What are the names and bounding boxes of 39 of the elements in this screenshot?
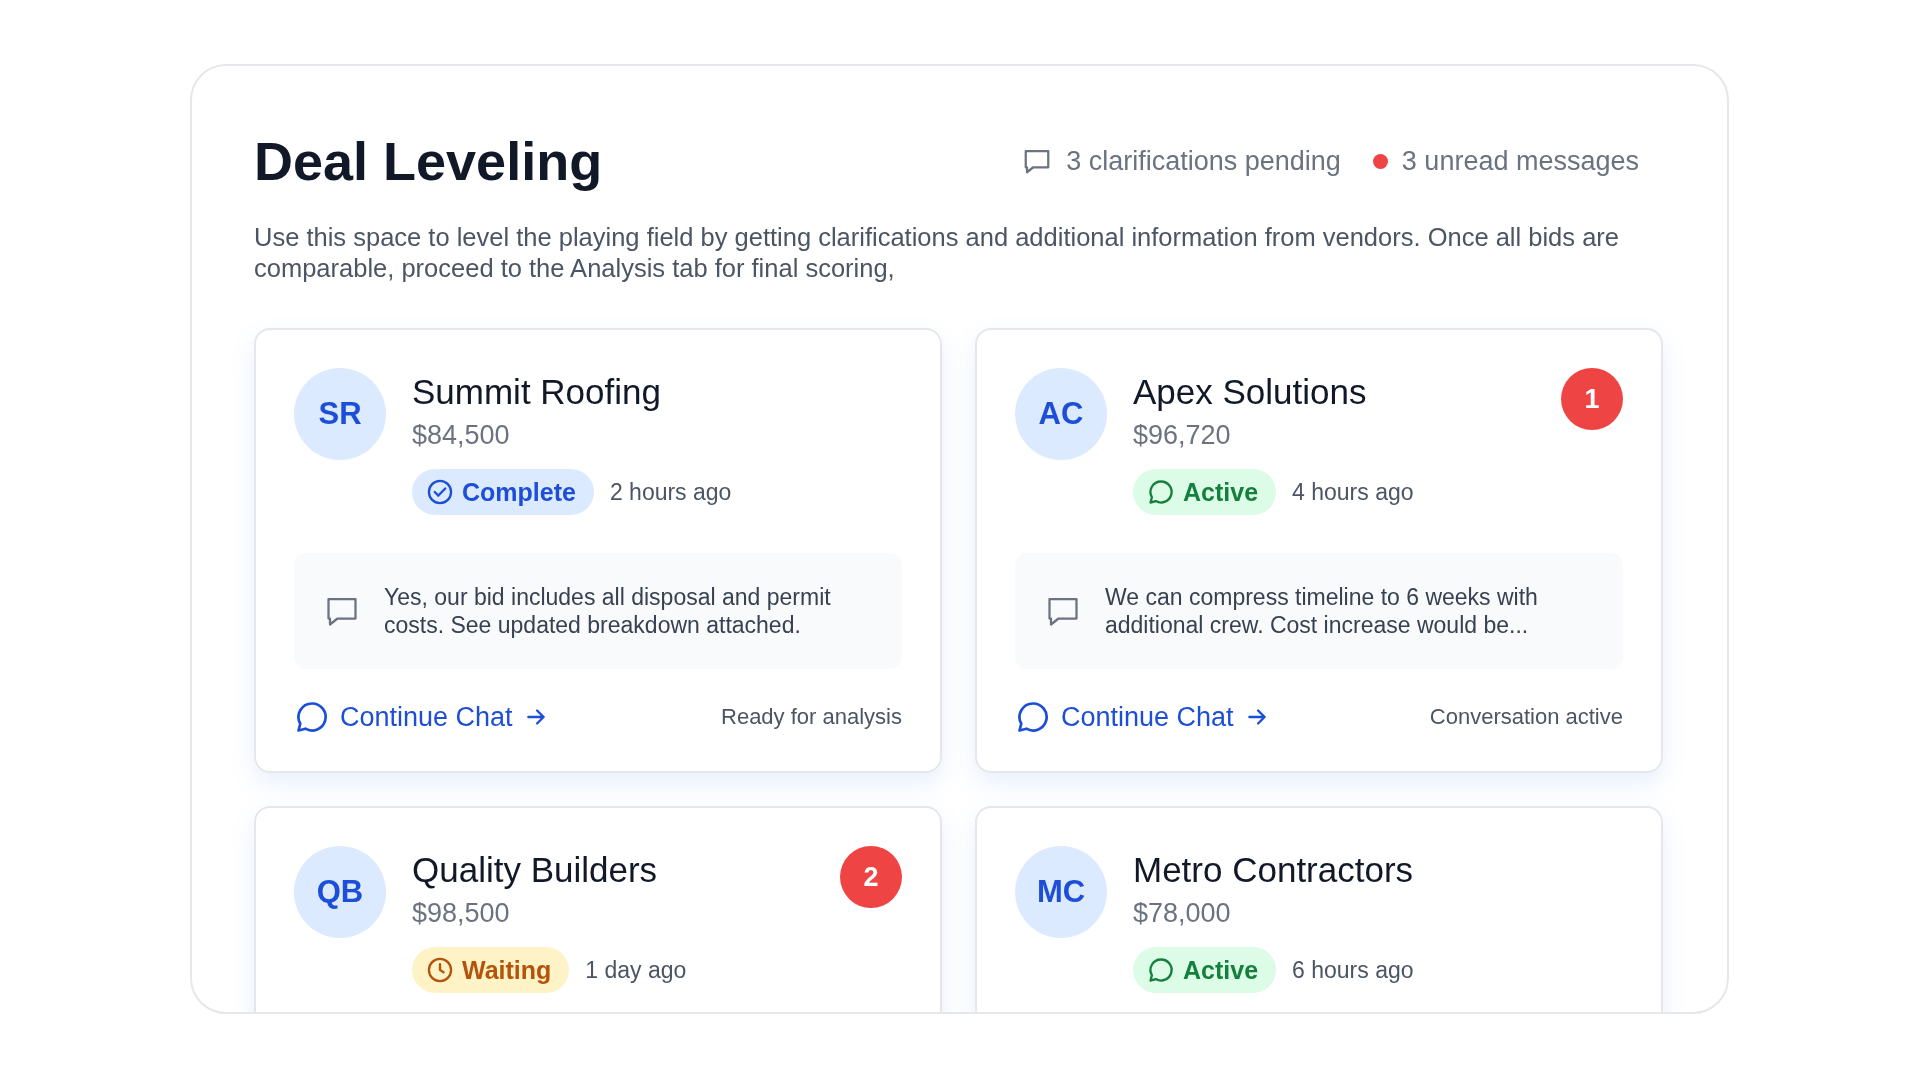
continue-chat-link[interactable]: Continue Chat — [294, 699, 549, 735]
chat-bubble-icon — [1015, 699, 1051, 735]
timestamp: 2 hours ago — [609, 478, 732, 506]
continue-chat-link[interactable]: Continue Chat — [1015, 699, 1270, 735]
avatar: MC — [1015, 846, 1107, 938]
vendor-name: Metro Contractors — [1133, 850, 1415, 890]
bid-amount: $84,500 — [412, 420, 511, 451]
status-badge: Waiting — [412, 947, 570, 993]
unread-badge: 2 — [840, 846, 902, 908]
vendor-name: Apex Solutions — [1133, 372, 1368, 412]
bid-amount: $78,000 — [1133, 898, 1232, 929]
avatar: AC — [1015, 368, 1107, 460]
unread-count: 3 unread messages — [1401, 145, 1639, 177]
message-text: Yes, our bid includes all disposal and permit costs. See updated breakdown attached. — [384, 583, 832, 639]
status-note: Ready for analysis — [721, 704, 902, 730]
timestamp: 4 hours ago — [1292, 478, 1414, 506]
avatar: QB — [294, 846, 386, 938]
page-title: Deal Leveling — [254, 130, 603, 192]
vendor-name: Quality Builders — [412, 850, 659, 890]
chat-bubble-icon — [1147, 478, 1175, 506]
status-badge: Active — [1133, 947, 1277, 993]
description: Use this space to level the playing field by getting clarifications and additional information from vendors. Once all bids are comparable, proceed to the Analysis tab for final scoring, — [254, 222, 1620, 284]
timestamp: 6 hours ago — [1292, 956, 1414, 984]
bid-amount: $98,500 — [412, 898, 511, 929]
status-badge: Complete — [412, 469, 594, 515]
vendor-name: Summit Roofing — [412, 372, 662, 412]
avatar: SR — [294, 368, 386, 460]
unread-dot-icon — [1372, 153, 1388, 169]
bid-amount: $96,720 — [1133, 420, 1232, 451]
clarifications-count: 3 clarifications pending — [1066, 145, 1341, 177]
unread-badge: 1 — [1561, 368, 1623, 430]
timestamp: 1 day ago — [585, 956, 687, 984]
check-circle-icon — [426, 478, 454, 506]
clock-icon — [426, 956, 454, 984]
message-text: We can compress timeline to 6 weeks with additional crew. Cost increase would be... — [1105, 583, 1539, 639]
chat-bubble-icon — [294, 699, 330, 735]
status-note: Conversation active — [1429, 704, 1623, 730]
chat-bubble-icon — [1147, 956, 1175, 984]
status-badge: Active — [1133, 469, 1277, 515]
